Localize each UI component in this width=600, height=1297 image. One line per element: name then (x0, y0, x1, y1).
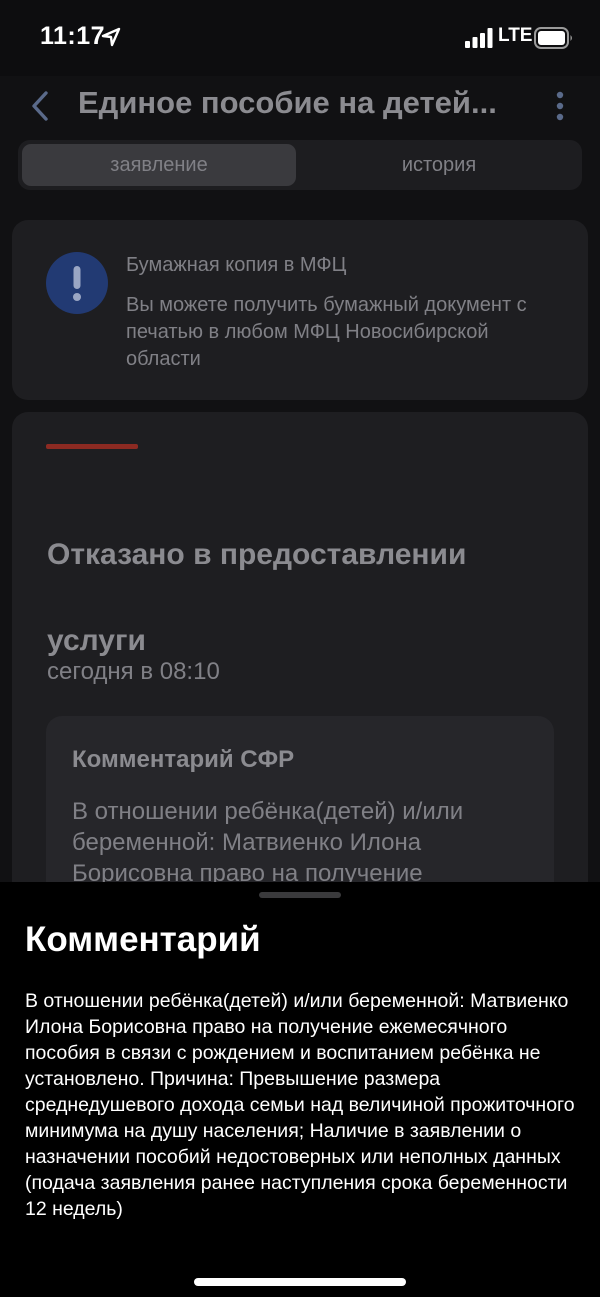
page-title: Единое пособие на детей... (78, 85, 497, 120)
paper-copy-info-card: Бумажная копия в МФЦ Вы можете получить … (12, 220, 588, 400)
home-indicator[interactable] (194, 1278, 406, 1286)
header: Единое пособие на детей... (0, 76, 600, 138)
tab-history[interactable]: история (300, 144, 578, 186)
location-arrow-icon (101, 27, 121, 47)
comment-box-title: Комментарий СФР (72, 746, 295, 773)
chevron-left-icon[interactable] (28, 90, 52, 122)
tab-application[interactable]: заявление (22, 144, 296, 186)
sfr-comment-box[interactable]: Комментарий СФР В отношении ребёнка(дете… (46, 716, 554, 882)
status-bar: 11:17 LTE (0, 0, 600, 76)
sheet-comment-text: В отношении ребёнка(детей) и/или беремен… (25, 990, 575, 1220)
comment-bottom-sheet: Комментарий В отношении ребёнка(детей) и… (0, 882, 600, 1297)
info-card-title: Бумажная копия в МФЦ (126, 254, 347, 276)
application-screen: Единое пособие на детей... заявление ист… (0, 76, 600, 882)
status-accent-line (46, 444, 138, 449)
network-type-label: LTE (498, 25, 533, 46)
cellular-signal-icon (465, 28, 493, 48)
more-vertical-icon[interactable] (550, 90, 570, 122)
application-status-card: Отказано в предоставлении услуги сегодня… (12, 412, 588, 882)
sheet-title: Комментарий (25, 920, 261, 959)
comment-box-text: В отношении ребёнка(детей) и/или беремен… (72, 798, 464, 882)
info-card-text: Вы можете получить бумажный документ с п… (126, 294, 527, 370)
sheet-drag-handle[interactable] (259, 892, 341, 898)
exclamation-icon (46, 252, 108, 314)
status-date: сегодня в 08:10 (47, 658, 220, 685)
battery-icon (534, 27, 572, 49)
tabs-segmented-control: заявление история (18, 140, 582, 190)
status-time: 11:17 (40, 22, 106, 50)
